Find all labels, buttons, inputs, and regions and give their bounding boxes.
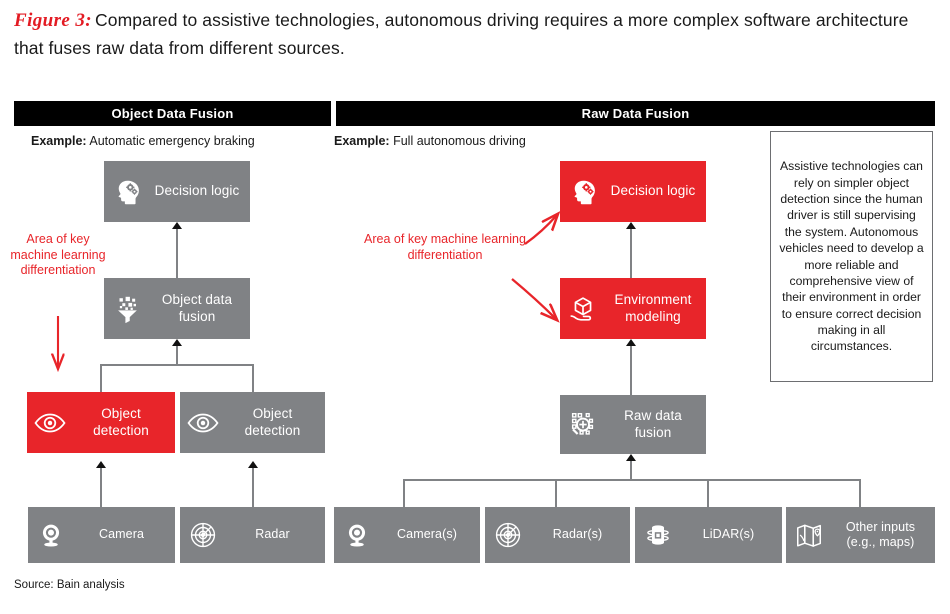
node-sensor-lidars[interactable]: LiDAR(s): [635, 507, 782, 563]
node-raw-data-fusion[interactable]: Raw data fusion: [560, 395, 706, 454]
node-object-detection-camera[interactable]: Object detection: [27, 392, 175, 453]
lidar-icon: [635, 507, 681, 563]
arrowhead-detection-2: [247, 461, 258, 468]
camera-icon: [28, 507, 74, 563]
radar-icon: [485, 507, 531, 563]
node-sensor-other-inputs[interactable]: Other inputs (e.g., maps): [786, 507, 935, 563]
node-sensor-radars[interactable]: Radar(s): [485, 507, 630, 563]
arrowhead-right-env: [625, 339, 636, 346]
data-merge-icon: [560, 395, 606, 454]
node-label: Raw data fusion: [624, 408, 682, 440]
node-object-detection-radar[interactable]: Object detection: [180, 392, 325, 453]
node-label: Object data fusion: [161, 292, 233, 324]
node-label: Environment modeling: [614, 292, 692, 324]
cube-hand-icon: [560, 278, 606, 339]
sidenote-text: Assistive technologies can rely on simpl…: [779, 159, 924, 354]
sidenote-box: Assistive technologies can rely on simpl…: [770, 131, 933, 382]
node-label: Camera: [98, 527, 145, 542]
node-object-data-fusion[interactable]: Object data fusion: [104, 278, 250, 339]
node-label: Decision logic: [610, 183, 696, 199]
eye-icon: [27, 392, 73, 453]
node-decision-logic-left[interactable]: Decision logic: [104, 161, 250, 222]
radar-icon: [180, 507, 226, 563]
node-label: Radar(s): [552, 527, 603, 542]
figure-canvas: Figure 3: Compared to assistive technolog…: [0, 0, 950, 614]
node-label: Radar: [255, 527, 290, 542]
eye-icon: [180, 392, 226, 453]
funnel-icon: [104, 278, 150, 339]
arrowhead-left-decision: [171, 222, 182, 229]
arrowhead-detection-1: [95, 461, 106, 468]
node-sensor-camera[interactable]: Camera: [28, 507, 175, 563]
node-environment-modeling[interactable]: Environment modeling: [560, 278, 706, 339]
annotation-right-text: Area of key machine learning differentia…: [364, 232, 526, 262]
arrowhead-right-raw-fusion: [625, 454, 636, 461]
node-label: LiDAR(s): [702, 527, 755, 542]
arrowhead-left-fusion: [171, 339, 182, 346]
arrow-right-down: [511, 278, 555, 318]
camera-icon: [334, 507, 380, 563]
node-sensor-cameras[interactable]: Camera(s): [334, 507, 480, 563]
arrowhead-right-decision: [625, 222, 636, 229]
annotation-left-text: Area of key machine learning differentia…: [10, 232, 106, 278]
head-gears-icon: [104, 161, 150, 222]
node-label: Decision logic: [154, 183, 240, 199]
map-icon: [786, 507, 832, 563]
node-decision-logic-right[interactable]: Decision logic: [560, 161, 706, 222]
node-label: Object detection: [93, 406, 149, 438]
node-label: Object detection: [244, 406, 301, 438]
node-label: Camera(s): [397, 527, 457, 542]
head-gears-icon: [560, 161, 606, 222]
node-sensor-radar[interactable]: Radar: [180, 507, 325, 563]
node-label: Other inputs (e.g., maps): [845, 519, 916, 549]
